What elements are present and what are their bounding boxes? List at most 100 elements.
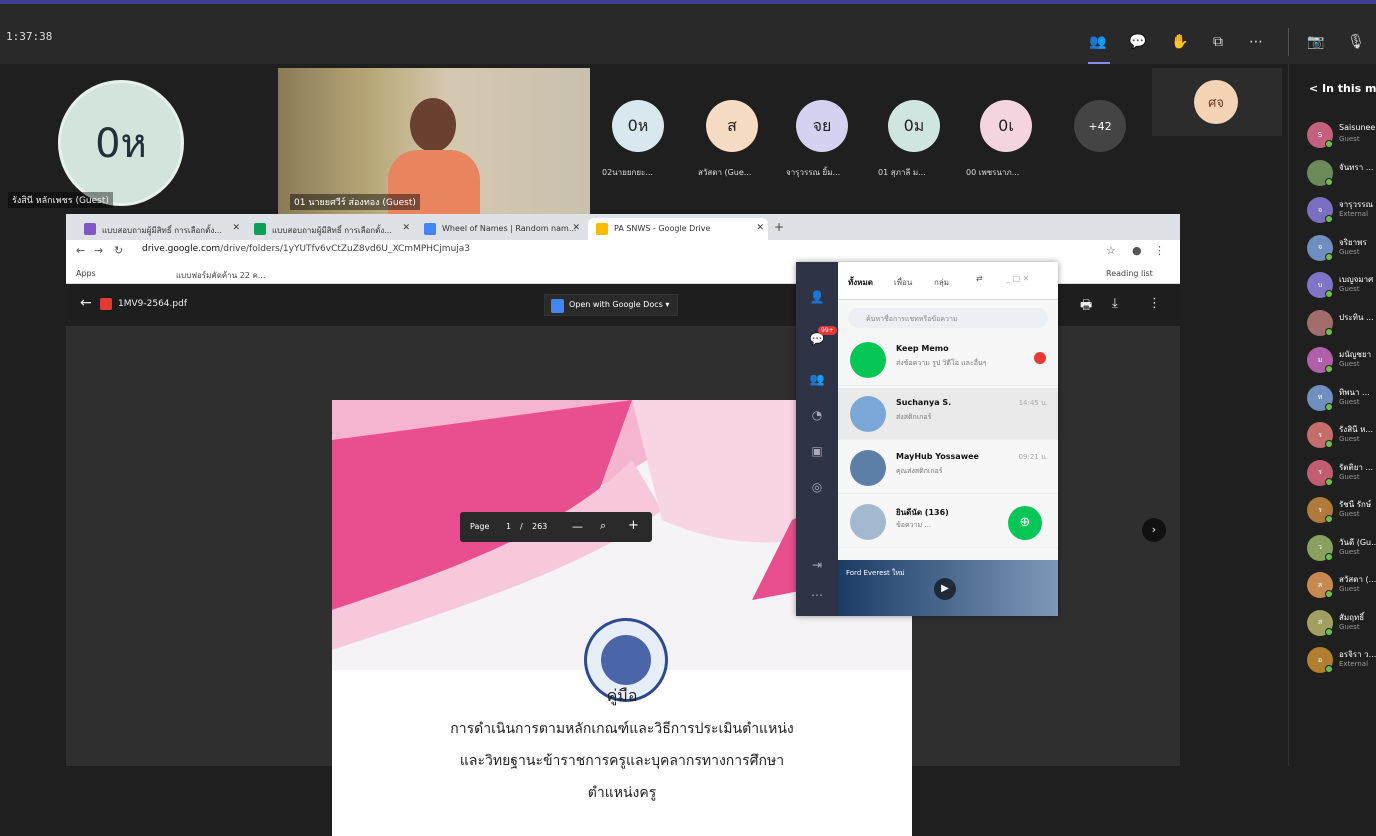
people-icon[interactable]: 👥 — [1088, 32, 1108, 52]
toolbar-divider — [1288, 28, 1289, 56]
participant-list-item[interactable]: จันทรา ... — [1307, 158, 1376, 188]
participant-list-item[interactable]: รรัตติยา ... Guest — [1307, 458, 1376, 488]
participant-status: Guest — [1339, 622, 1360, 631]
participant-list-item[interactable]: จจริยาพร Guest — [1307, 233, 1376, 263]
participant-status: Guest — [1339, 247, 1360, 256]
openchat-icon[interactable]: ◎ — [808, 480, 826, 498]
add-friend-icon[interactable]: 👥 — [808, 372, 826, 390]
mic-off-icon[interactable]: 🎙 — [1346, 32, 1366, 52]
presence-dot — [1325, 552, 1333, 561]
page-current[interactable]: 1 — [506, 522, 511, 531]
tab-friends[interactable]: เพื่อน — [894, 276, 912, 289]
tab-groups[interactable]: กลุ่ม — [934, 276, 949, 289]
participant-avatar-large[interactable]: 0ห — [58, 80, 184, 206]
participant-circle[interactable]: ส — [706, 100, 758, 152]
zoom-in-icon[interactable]: + — [628, 518, 639, 533]
participant-list-item[interactable]: จจารุวรรณ External — [1307, 195, 1376, 225]
close-icon[interactable]: ✕ — [756, 223, 764, 233]
forward-icon[interactable]: → — [94, 244, 103, 257]
presence-dot — [1325, 252, 1333, 261]
presence-dot — [1325, 590, 1333, 598]
participant-list-item[interactable]: S Saisunee Guest — [1307, 120, 1376, 150]
browser-tab-active[interactable]: PA SNWS - Google Drive ✕ — [588, 218, 768, 240]
filter-icon[interactable]: ⇄ — [976, 274, 983, 283]
participant-status: Guest — [1339, 585, 1360, 593]
participant-status: Guest — [1339, 135, 1360, 143]
more-participants-button[interactable]: +42 — [1074, 100, 1126, 152]
new-tab-icon[interactable]: + — [774, 220, 784, 234]
participant-list-item[interactable]: ววันดี (Gu... Guest — [1307, 533, 1376, 563]
play-icon[interactable]: ▶ — [934, 578, 956, 600]
presence-dot — [1325, 477, 1333, 486]
back-icon[interactable]: ← — [80, 295, 92, 311]
zoom-icon: ⌕ — [600, 519, 607, 532]
bookmark-star-icon[interactable]: ☆ — [1106, 244, 1116, 257]
participant-video-tile[interactable] — [278, 68, 590, 214]
next-arrow-icon[interactable]: › — [1142, 518, 1166, 542]
address-bar: ← → ↻ drive.google.com/drive/folders/1yY… — [66, 240, 1180, 264]
chat-icon[interactable]: 💬 — [1128, 32, 1148, 52]
participant-status: Guest — [1339, 472, 1360, 481]
reload-icon[interactable]: ↻ — [114, 244, 123, 257]
participant-circle[interactable]: จย — [796, 100, 848, 152]
window-controls[interactable]: _ □ ✕ — [1006, 274, 1029, 283]
friends-icon[interactable]: 👤 — [808, 290, 826, 308]
keep-icon[interactable]: ▣ — [808, 444, 826, 462]
more-icon[interactable]: ⋯ — [808, 588, 826, 606]
print-icon[interactable]: 🖶 — [1080, 296, 1092, 318]
participant-list-item[interactable]: มมนัญชยา Guest — [1307, 345, 1376, 375]
participant-list-item[interactable]: รรัชนี รักษ์ Guest — [1307, 495, 1376, 525]
participant-avatar[interactable]: ศจ — [1194, 80, 1238, 124]
participant-list-item[interactable]: บเบญจมาศ Guest — [1307, 270, 1376, 300]
participant-circle[interactable]: 0ม — [888, 100, 940, 152]
bookmark-item[interactable]: แบบฟอร์มคัดค้าน 22 ค... — [176, 269, 265, 282]
new-chat-button[interactable]: ⊕ — [1008, 506, 1042, 540]
page-total: 263 — [532, 522, 548, 531]
chat-search-input[interactable]: ค้นหาชื่อการแชทหรือข้อความ — [848, 308, 1048, 328]
participant-circle[interactable]: 0เ — [980, 100, 1032, 152]
participant-list-item[interactable]: ททิพนา ... Guest — [1307, 383, 1376, 413]
participant-list-item[interactable]: รรังสินี ห... Guest — [1307, 420, 1376, 450]
bookmark-apps[interactable]: Apps — [76, 269, 96, 278]
tab-all[interactable]: ทั้งหมด — [848, 276, 873, 289]
tab-favicon-icon — [424, 223, 436, 235]
reading-list[interactable]: Reading list — [1106, 269, 1153, 278]
browser-tab[interactable]: แบบสอบถามผู้มีสิทธิ์ การเลือกตั้ง... ✕ — [76, 218, 244, 240]
back-icon[interactable]: ← — [76, 244, 85, 257]
google-drive-icon — [596, 223, 608, 235]
exit-icon[interactable]: ⇥ — [808, 558, 826, 576]
more-icon[interactable]: ⋯ — [1246, 32, 1266, 52]
participant-status: Guest — [1339, 360, 1360, 368]
close-icon[interactable]: ✕ — [402, 223, 410, 233]
participant-list-item[interactable]: ออรจิรา ว... External — [1307, 645, 1376, 675]
participant-status: External — [1339, 660, 1369, 668]
share-icon[interactable]: ⧉ — [1208, 32, 1228, 52]
close-icon[interactable]: ✕ — [232, 223, 240, 233]
participant-list-item[interactable]: สสัมฤทธิ์ Guest — [1307, 608, 1376, 638]
close-icon[interactable]: ✕ — [572, 223, 580, 233]
browser-tab[interactable]: Wheel of Names | Random nam... ✕ — [416, 218, 584, 240]
presence-dot — [1325, 290, 1333, 298]
participant-circle[interactable]: 0ห — [612, 100, 664, 152]
participant-status: Guest — [1339, 547, 1360, 556]
camera-off-icon[interactable]: 📷 — [1306, 32, 1326, 52]
ad-banner[interactable]: Ford Everest ใหม่ ▶ — [838, 560, 1058, 616]
browser-tab[interactable]: แบบสอบถามผู้มีสิทธิ์ การเลือกตั้ง... ✕ — [246, 218, 414, 240]
browser-menu-icon[interactable]: ⋮ — [1154, 244, 1165, 257]
download-icon[interactable]: ⤓ — [1112, 296, 1118, 311]
chat-list-item[interactable]: Suchanya S. ส่งสติกเกอร์ 14:45 น. — [838, 388, 1058, 440]
timeline-icon[interactable]: ◔ — [808, 408, 826, 426]
participant-circle-name: สวัสดา (Gue... — [698, 168, 752, 177]
open-with-docs-button[interactable]: Open with Google Docs ▾ — [544, 294, 679, 316]
chat-list-item[interactable]: MayHub Yossawee คุณส่งสติกเกอร์ 09:21 น. — [838, 442, 1058, 494]
url-field[interactable]: drive.google.com/drive/folders/1yYUTfv6v… — [142, 244, 470, 254]
more-vert-icon[interactable]: ⋮ — [1148, 296, 1161, 311]
chat-list-item[interactable]: Keep Memo ส่งข้อความ รูป วิดีโอ และอื่นๆ — [838, 334, 1058, 386]
reactions-icon[interactable]: ✋ — [1170, 32, 1190, 52]
profile-avatar[interactable]: ● — [1132, 244, 1142, 257]
zoom-out-icon[interactable]: — — [572, 520, 583, 533]
participant-list-item[interactable]: ประทิน ... — [1307, 308, 1376, 338]
participant-list-item[interactable]: สสวัสดา (... Guest — [1307, 570, 1376, 600]
participants-panel: < In this meeting SSaisuneeGuestจันทรา .… — [1288, 64, 1376, 766]
participant-circle-name: 01 สุภาลี ม... — [878, 168, 926, 177]
